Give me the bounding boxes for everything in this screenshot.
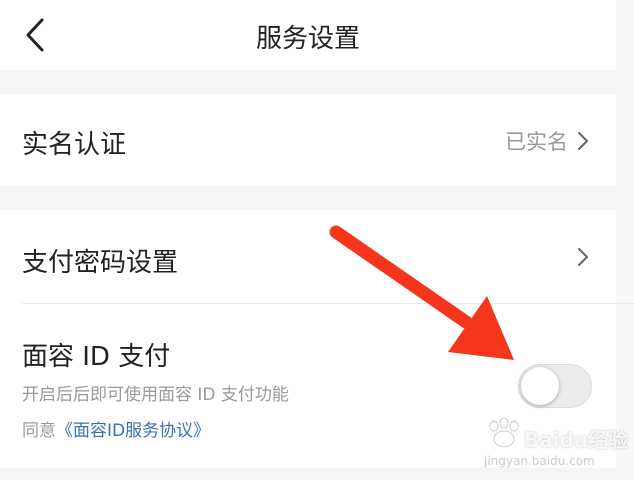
agreement-line: 同意《面容ID服务协议》 [22, 416, 210, 441]
page-title: 服务设置 [255, 24, 360, 54]
faceid-description: 开启后后即可使用面容 ID 支付功能 [22, 385, 289, 405]
watermark-logo: Baidu经验 [524, 428, 629, 452]
watermark-url: jingyan.baidu.com [484, 454, 595, 468]
agreement-prefix: 同意 [22, 421, 56, 441]
realname-label: 实名认证 [22, 130, 127, 160]
realname-status: 已实名 [505, 130, 568, 154]
paypwd-label: 支付密码设置 [22, 248, 179, 278]
screen-edge [616, 0, 634, 480]
nav-bar: 服务设置 [0, 0, 616, 70]
chevron-right-icon [578, 248, 588, 266]
toggle-knob [521, 367, 559, 405]
chevron-right-icon [578, 132, 588, 150]
baidu-paw-icon [489, 418, 519, 448]
realname-row[interactable]: 实名认证 已实名 [0, 94, 616, 186]
paypwd-row[interactable]: 支付密码设置 [0, 210, 616, 303]
agreement-link[interactable]: 《面容ID服务协议》 [56, 421, 210, 441]
faceid-toggle[interactable] [518, 364, 592, 408]
faceid-label: 面容 ID 支付 [22, 342, 171, 372]
